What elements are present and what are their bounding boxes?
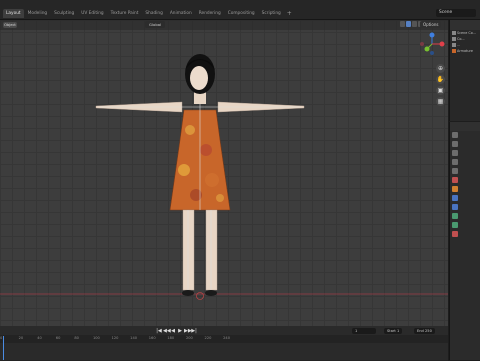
tab-layout[interactable]: Layout xyxy=(3,9,24,18)
workspace-tabs: Layout Modeling Sculpting UV Editing Tex… xyxy=(3,9,294,18)
outliner-header xyxy=(450,20,480,30)
playback-controls: |◀ ◀◀ ◀ ▶ ▶▶ ▶| xyxy=(156,328,197,334)
jump-keyframe-forward-icon[interactable]: ▶▶ xyxy=(184,328,192,334)
y-axis-icon xyxy=(424,46,430,52)
tab-shading[interactable]: Shading xyxy=(142,9,165,18)
jump-keyframe-back-icon[interactable]: ◀◀ xyxy=(163,328,171,334)
tool-icon[interactable] xyxy=(452,132,458,138)
viewport-canvas xyxy=(0,54,448,300)
properties-tabs xyxy=(451,132,460,240)
armature-bones xyxy=(100,104,300,290)
left-leg xyxy=(182,209,195,291)
tab-rendering[interactable]: Rendering xyxy=(196,9,224,18)
object-icon[interactable] xyxy=(452,186,458,192)
material-shading-icon[interactable] xyxy=(412,21,417,27)
render-icon[interactable] xyxy=(452,141,458,147)
view-layer-icon[interactable] xyxy=(452,159,458,165)
solid-shading-icon[interactable] xyxy=(406,21,411,27)
neg-x-axis-icon xyxy=(420,42,424,46)
right-leg xyxy=(205,209,218,291)
properties-panel xyxy=(449,122,480,360)
collection-icon xyxy=(452,31,456,35)
timeline-header xyxy=(0,326,448,335)
face xyxy=(190,66,208,90)
tab-modeling[interactable]: Modeling xyxy=(25,9,51,18)
camera-icon[interactable]: ▣ xyxy=(436,86,445,95)
world-icon[interactable] xyxy=(452,177,458,183)
pan-hand-icon[interactable]: ✋ xyxy=(436,75,445,84)
jump-end-icon[interactable]: ▶| xyxy=(191,328,197,334)
neg-z-axis-icon xyxy=(430,51,434,55)
3d-viewport[interactable] xyxy=(0,20,448,332)
x-axis-icon xyxy=(439,41,445,47)
left-shoe xyxy=(182,290,194,296)
tab-compositing[interactable]: Compositing xyxy=(225,9,258,18)
zoom-icon[interactable]: ⊕ xyxy=(436,64,445,73)
options-dropdown[interactable]: Options xyxy=(420,21,442,28)
data-icon[interactable] xyxy=(452,222,458,228)
tab-animation[interactable]: Animation xyxy=(167,9,195,18)
3d-cursor-icon xyxy=(196,292,204,300)
tab-sculpting[interactable]: Sculpting xyxy=(51,9,77,18)
modifier-icon[interactable] xyxy=(452,195,458,201)
tab-texture-paint[interactable]: Texture Paint xyxy=(108,9,142,18)
viewport-header xyxy=(0,20,448,30)
play-icon[interactable]: ▶ xyxy=(177,328,183,334)
timeline-ruler[interactable]: 0 20 40 60 80 100 120 140 160 180 200 22… xyxy=(0,336,448,342)
transform-orientation-dropdown[interactable]: Global xyxy=(145,21,166,28)
scene-icon[interactable] xyxy=(452,168,458,174)
outliner-panel: Scene Co... Co... ... Armature xyxy=(449,20,480,121)
tab-uv-editing[interactable]: UV Editing xyxy=(78,9,106,18)
output-icon[interactable] xyxy=(452,150,458,156)
object-icon xyxy=(452,43,456,47)
object-mode-dropdown[interactable]: Object xyxy=(3,22,17,28)
constraint-icon[interactable] xyxy=(452,213,458,219)
tab-scripting[interactable]: Scripting xyxy=(259,9,284,18)
timeline-track-area[interactable] xyxy=(0,343,448,360)
current-frame-field[interactable]: 1 xyxy=(352,328,376,334)
properties-header xyxy=(450,122,480,131)
play-reverse-icon[interactable]: ◀ xyxy=(170,328,176,334)
material-icon[interactable] xyxy=(452,231,458,237)
armature-icon xyxy=(452,49,456,53)
start-frame-field[interactable]: Start 1 xyxy=(384,328,403,334)
right-shoe xyxy=(205,290,217,296)
character-model xyxy=(95,54,305,300)
end-frame-field[interactable]: End 250 xyxy=(414,328,435,334)
wireframe-shading-icon[interactable] xyxy=(400,21,405,27)
scene-selector[interactable]: Scene xyxy=(436,9,476,17)
add-workspace-button[interactable]: + xyxy=(285,9,294,18)
outliner-row[interactable]: Armature xyxy=(450,48,480,54)
collection-icon xyxy=(452,37,456,41)
physics-icon[interactable] xyxy=(452,204,458,210)
navigation-gizmo[interactable] xyxy=(418,30,448,60)
z-axis-icon xyxy=(429,32,435,38)
perspective-grid-icon[interactable]: ▦ xyxy=(436,97,445,106)
playhead[interactable] xyxy=(3,336,4,360)
jump-start-icon[interactable]: |◀ xyxy=(156,328,162,334)
